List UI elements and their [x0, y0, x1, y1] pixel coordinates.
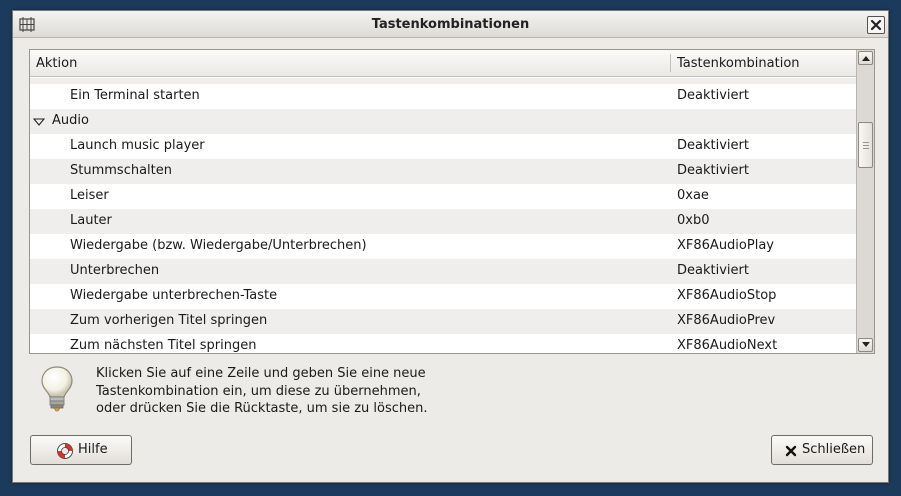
category-row[interactable]: Audio	[30, 109, 856, 134]
column-header-shortcut[interactable]: Tastenkombination	[677, 56, 800, 71]
action-label: Wiedergabe (bzw. Wiedergabe/Unterbrechen…	[70, 238, 367, 253]
shortcut-value[interactable]: Deaktiviert	[677, 163, 749, 178]
table-row[interactable]: Zum vorherigen Titel springen XF86AudioPr…	[30, 309, 856, 334]
shortcut-value[interactable]: 0xae	[677, 188, 709, 203]
shortcut-value[interactable]: Deaktiviert	[677, 138, 749, 153]
action-label: Leiser	[70, 188, 109, 203]
lifebuoy-icon	[57, 443, 73, 459]
action-label: Lauter	[70, 213, 112, 228]
shortcut-value[interactable]: 0xb0	[677, 213, 710, 228]
table-row[interactable]: Lauter 0xb0	[30, 209, 856, 234]
close-button-label: Schließen	[802, 442, 866, 457]
lightbulb-icon	[41, 366, 73, 412]
scroll-down-button[interactable]	[858, 338, 873, 352]
hint-line: oder drücken Sie die Rücktaste, um sie z…	[96, 401, 428, 416]
vertical-scrollbar[interactable]	[856, 50, 874, 353]
shortcut-value[interactable]: Deaktiviert	[677, 88, 749, 103]
action-label: Zum vorherigen Titel springen	[70, 313, 268, 328]
close-x-icon	[785, 445, 797, 457]
table-row[interactable]: Ein Terminal starten Deaktiviert	[30, 84, 856, 109]
shortcut-value[interactable]: XF86AudioStop	[677, 288, 776, 303]
window-close-button[interactable]	[867, 16, 885, 34]
shortcut-value[interactable]: XF86AudioPlay	[677, 238, 774, 253]
arrow-up-icon	[862, 56, 870, 61]
scroll-up-button[interactable]	[858, 51, 873, 65]
title-bar: Tastenkombinationen	[13, 11, 888, 38]
hint-text: Klicken Sie auf eine Zeile und geben Sie…	[96, 365, 496, 418]
action-label: Stummschalten	[70, 163, 172, 178]
shortcuts-list: Aktion Tastenkombination Ein Bildschirmf…	[29, 49, 875, 354]
scroll-thumb[interactable]	[858, 122, 873, 168]
expander-triangle-icon[interactable]	[33, 118, 45, 126]
action-label: Launch music player	[70, 138, 205, 153]
close-icon	[870, 19, 882, 31]
table-row[interactable]: Wiedergabe (bzw. Wiedergabe/Unterbrechen…	[30, 234, 856, 259]
shortcut-value[interactable]: XF86AudioNext	[677, 338, 777, 353]
table-row[interactable]: Unterbrechen Deaktiviert	[30, 259, 856, 284]
table-row[interactable]: Launch music player Deaktiviert	[30, 134, 856, 159]
column-separator[interactable]	[670, 54, 671, 72]
action-label: Ein Terminal starten	[70, 88, 200, 103]
action-label: Unterbrechen	[70, 263, 160, 278]
window-title: Tastenkombinationen	[371, 17, 530, 32]
arrow-down-icon	[862, 342, 870, 347]
shortcut-value[interactable]: Deaktiviert	[677, 263, 749, 278]
help-button[interactable]: Hilfe	[30, 435, 132, 465]
column-header-action[interactable]: Aktion	[36, 56, 77, 71]
hint-line: Klicken Sie auf eine Zeile und geben Sie…	[96, 366, 426, 381]
table-row[interactable]: Wiedergabe unterbrechen-Taste XF86AudioSt…	[30, 284, 856, 309]
hint-line: Tastenkombination ein, um diese zu übern…	[96, 383, 421, 399]
action-label: Wiedergabe unterbrechen-Taste	[70, 288, 278, 303]
shortcut-value[interactable]: XF86AudioPrev	[677, 313, 775, 328]
list-header: Aktion Tastenkombination	[30, 50, 856, 77]
table-row[interactable]: Zum nächsten Titel springen XF86AudioNext	[30, 334, 856, 353]
close-button[interactable]: Schließen	[771, 435, 873, 465]
keyboard-shortcuts-dialog: Tastenkombinationen Aktion Tastenkombina…	[12, 10, 889, 483]
table-row[interactable]: Leiser 0xae	[30, 184, 856, 209]
action-label: Zum nächsten Titel springen	[70, 338, 257, 353]
help-button-label: Hilfe	[78, 442, 108, 457]
list-rows: Ein Bildschirmfoto eines Fensters aufneh…	[30, 78, 856, 353]
category-label: Audio	[52, 113, 89, 128]
table-row[interactable]: Stummschalten Deaktiviert	[30, 159, 856, 184]
